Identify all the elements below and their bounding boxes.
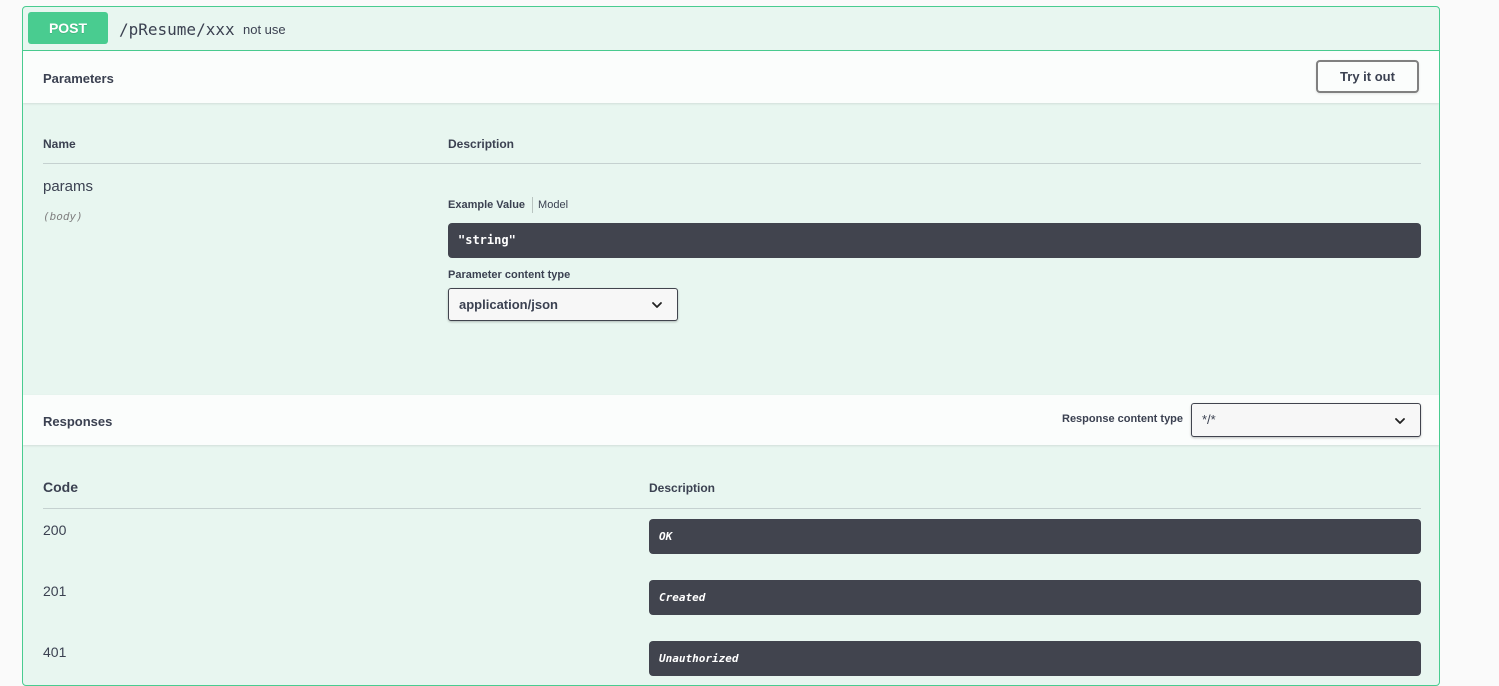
try-it-out-button[interactable]: Try it out [1316, 60, 1419, 93]
parameter-location: (body) [43, 210, 83, 223]
operation-summary[interactable]: POST /pResume/xxx not use [23, 7, 1439, 51]
response-content-type-select[interactable]: */* [1191, 403, 1421, 437]
operation-path: /pResume/xxx [119, 20, 235, 39]
tab-example-value[interactable]: Example Value [448, 199, 525, 211]
parameters-header: Parameters Try it out [23, 51, 1439, 103]
response-content-type-value: */* [1202, 412, 1216, 427]
example-value-code: "string" [448, 223, 1421, 258]
parameters-description-column-header: Description [448, 137, 515, 151]
response-description: Unauthorized [649, 641, 1421, 676]
responses-header-divider [43, 508, 1421, 509]
method-badge: POST [28, 12, 108, 44]
parameters-name-column-header: Name [43, 137, 76, 151]
response-code: 200 [43, 522, 67, 538]
response-description: Created [649, 580, 1421, 615]
tab-divider [532, 197, 534, 213]
response-description: OK [649, 519, 1421, 554]
operation-block-post: POST /pResume/xxx not use Parameters Try… [22, 6, 1440, 686]
response-code: 401 [43, 644, 67, 660]
responses-code-column-header: Code [43, 479, 78, 495]
parameters-header-divider [43, 163, 1421, 164]
example-model-tabs: Example Value Model [448, 197, 568, 213]
tab-model[interactable]: Model [538, 199, 568, 211]
parameter-name: params [43, 178, 94, 195]
parameters-title: Parameters [43, 71, 114, 86]
parameter-content-type-value: application/json [459, 297, 558, 312]
response-content-type-label: Response content type [1062, 413, 1184, 425]
response-code: 201 [43, 583, 67, 599]
responses-description-column-header: Description [649, 481, 716, 495]
chevron-down-icon [1395, 418, 1405, 424]
operation-summary-text: not use [243, 22, 286, 37]
parameter-content-type-select[interactable]: application/json [448, 288, 678, 321]
parameter-content-type-label: Parameter content type [448, 269, 571, 281]
responses-title: Responses [43, 414, 113, 429]
chevron-down-icon [652, 302, 662, 308]
